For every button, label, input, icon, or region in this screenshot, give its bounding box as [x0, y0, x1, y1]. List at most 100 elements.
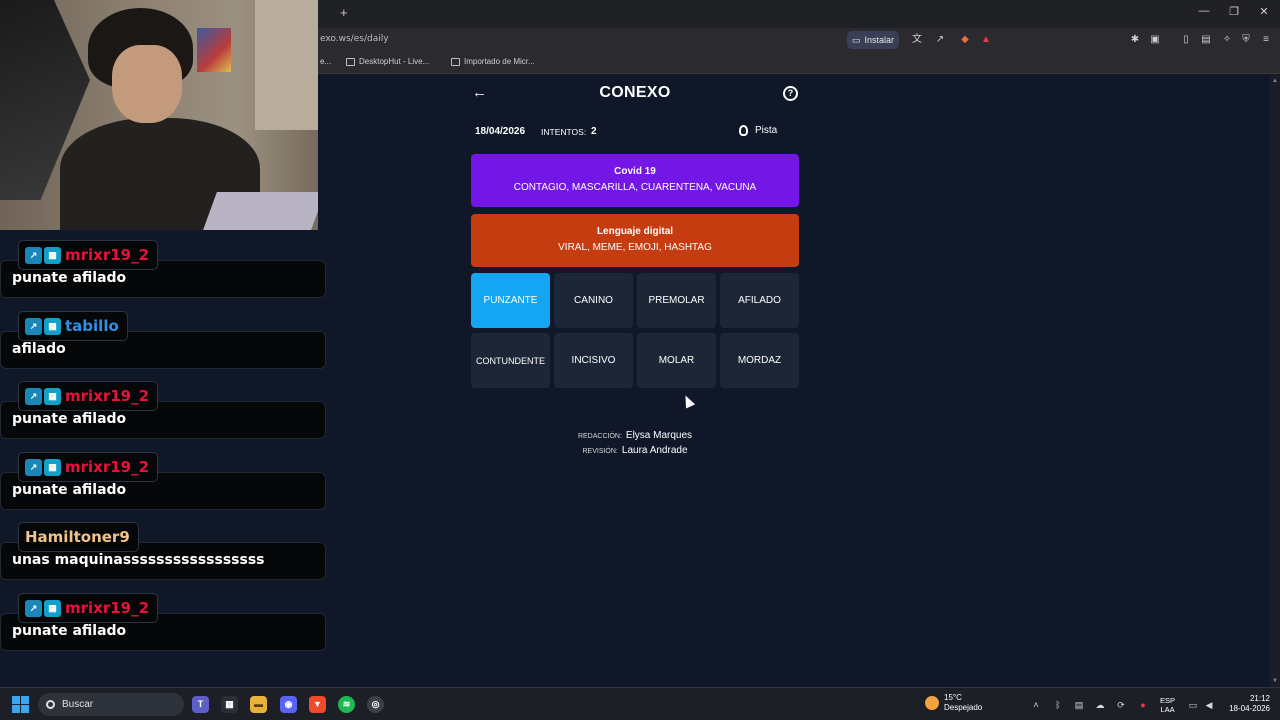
- stream-chat: ↗ ▦ mrixr19_2 punate afilado ↗ ▦ tabillo afilad…: [0, 230, 326, 687]
- streak-badge-icon: ↗: [25, 458, 42, 476]
- chat-username-tag: ↗ ▦ mrixr19_2: [18, 452, 159, 482]
- word-tile-canino[interactable]: CANINO: [554, 273, 633, 328]
- bookmark-item[interactable]: DesktopHut - Live...: [346, 57, 429, 66]
- chat-badges: ↗ ▦: [25, 317, 61, 335]
- url-field[interactable]: exo.ws/es/daily: [320, 34, 389, 44]
- address-bar: exo.ws/es/daily ▭ Instalar 文 ↗ ◆ ▲ ✱ ▣ ▯…: [318, 28, 1280, 52]
- chat-badges: ↗ ▦: [25, 458, 61, 476]
- credit-review: REVISIÓN: Laura Andrade: [500, 440, 770, 458]
- tray-chevron-icon[interactable]: ˄: [1030, 699, 1042, 711]
- screen: + — ❐ ✕ exo.ws/es/daily ▭ Instalar 文 ↗ ◆…: [0, 0, 1280, 720]
- bookmark-folder[interactable]: Importado de Micr...: [451, 57, 535, 66]
- streak-badge-icon: ↗: [25, 387, 42, 405]
- page-scrollbar[interactable]: [1270, 75, 1280, 687]
- word-tile-incisivo[interactable]: INCISIVO: [554, 333, 633, 388]
- extensions-icon[interactable]: ✱: [1128, 33, 1142, 47]
- weather-widget[interactable]: 15°C Despejado: [925, 693, 982, 713]
- obs-icon[interactable]: ◎: [367, 696, 384, 713]
- chat-text: afilado: [12, 341, 66, 357]
- bookmark-favicon-icon: [346, 57, 355, 66]
- network-icon[interactable]: ▭: [1187, 699, 1199, 711]
- windows-taskbar: Buscar T ▦ ▬ ◉ ▼ ≋ ◎ 15°C Despejado ˄ ᛒ …: [0, 687, 1280, 720]
- chat-username: mrixr19_2: [65, 387, 150, 405]
- chat-text: punate afilado: [12, 411, 127, 427]
- chat-username-tag: ↗ ▦ mrixr19_2: [18, 593, 159, 623]
- menu-icon[interactable]: ≡: [1259, 33, 1273, 47]
- scroll-down-icon[interactable]: ▼: [1272, 678, 1278, 684]
- minimize-icon[interactable]: —: [1194, 5, 1214, 17]
- chat-username: Hamiltoner9: [25, 528, 130, 546]
- sun-icon: [925, 696, 939, 710]
- sidebar-icon[interactable]: ▯: [1179, 33, 1193, 47]
- teams-icon[interactable]: T: [192, 696, 209, 713]
- volume-icon[interactable]: ◀: [1203, 699, 1215, 711]
- word-tile-afilado[interactable]: AFILADO: [720, 273, 799, 328]
- hint-label: Pista: [755, 125, 778, 136]
- streak-badge-icon: ↗: [25, 246, 42, 264]
- hint-button[interactable]: Pista: [739, 125, 777, 136]
- sub-badge-icon: ▦: [44, 246, 61, 264]
- spotify-icon[interactable]: ≋: [338, 696, 355, 713]
- new-tab-icon[interactable]: +: [340, 5, 348, 20]
- tries-label: INTENTOS:: [541, 127, 587, 137]
- tab-search-icon[interactable]: ▣: [1148, 33, 1162, 47]
- group-name: Covid 19: [614, 166, 656, 177]
- streak-badge-icon: ↗: [25, 317, 42, 335]
- chat-username: mrixr19_2: [65, 246, 150, 264]
- chat-text: punate afilado: [12, 482, 127, 498]
- brave-browser-icon[interactable]: ▼: [309, 696, 326, 713]
- language-indicator[interactable]: ESP LAA: [1160, 696, 1175, 714]
- bluetooth-icon[interactable]: ᛒ: [1052, 699, 1064, 711]
- chat-username: mrixr19_2: [65, 458, 150, 476]
- discord-icon[interactable]: ◉: [280, 696, 297, 713]
- weather-desc: Despejado: [944, 703, 983, 712]
- sub-badge-icon: ▦: [44, 387, 61, 405]
- monitor-icon: ▭: [852, 34, 861, 45]
- brave-shield-icon[interactable]: ◆: [958, 33, 972, 47]
- chat-username-tag: ↗ ▦ mrixr19_2: [18, 381, 159, 411]
- group-words: VIRAL, MEME, EMOJI, HASHTAG: [558, 242, 712, 253]
- chat-badges: ↗ ▦: [25, 387, 61, 405]
- install-label: Instalar: [864, 35, 895, 45]
- streak-badge-icon: ↗: [25, 599, 42, 617]
- microphone-icon[interactable]: ●: [1137, 699, 1149, 711]
- weather-temp: 15°C: [944, 693, 962, 702]
- translate-icon[interactable]: 文: [910, 33, 924, 47]
- credit-review-label: REVISIÓN:: [582, 448, 618, 455]
- taskbar-search[interactable]: Buscar: [38, 693, 184, 716]
- windows-start-icon[interactable]: [12, 696, 29, 713]
- word-tile-contundente[interactable]: CONTUNDENTE: [471, 333, 550, 388]
- word-tile-mordaz[interactable]: MORDAZ: [720, 333, 799, 388]
- chat-badges: ↗ ▦: [25, 599, 61, 617]
- bookmark-item[interactable]: e...: [320, 57, 331, 66]
- help-icon[interactable]: ?: [783, 86, 798, 101]
- clock-time: 21:12: [1249, 694, 1270, 703]
- game-title: CONEXO: [599, 84, 671, 101]
- leo-icon[interactable]: ✧: [1220, 33, 1234, 47]
- word-tile-premolar[interactable]: PREMOLAR: [637, 273, 716, 328]
- clock-date: 18-04-2026: [1229, 704, 1270, 713]
- chat-text: punate afilado: [12, 623, 127, 639]
- scroll-up-icon[interactable]: ▲: [1272, 78, 1278, 84]
- word-tile-molar[interactable]: MOLAR: [637, 333, 716, 388]
- vpn-icon[interactable]: ⛨: [1239, 33, 1253, 47]
- onedrive-icon[interactable]: ☁: [1094, 699, 1106, 711]
- chat-text: punate afilado: [12, 270, 127, 286]
- install-button[interactable]: ▭ Instalar: [847, 31, 899, 49]
- file-explorer-icon[interactable]: ▬: [250, 696, 267, 713]
- share-icon[interactable]: ↗: [933, 33, 947, 47]
- task-view-icon[interactable]: ▦: [221, 696, 238, 713]
- search-label: Buscar: [62, 699, 94, 710]
- clock[interactable]: 21:12 18-04-2026: [1222, 694, 1270, 714]
- close-icon[interactable]: ✕: [1254, 5, 1274, 18]
- tray-app-icon[interactable]: ▤: [1073, 699, 1085, 711]
- search-icon: [46, 700, 55, 709]
- restore-icon[interactable]: ❐: [1224, 5, 1244, 18]
- word-tile-punzante[interactable]: PUNZANTE: [471, 273, 550, 328]
- wallet-icon[interactable]: ▤: [1199, 33, 1213, 47]
- brave-rewards-icon[interactable]: ▲: [979, 33, 993, 47]
- sync-icon[interactable]: ⟳: [1115, 699, 1127, 711]
- browser-tabstrip: + — ❐ ✕: [318, 0, 1280, 28]
- sub-badge-icon: ▦: [44, 317, 61, 335]
- back-arrow-icon[interactable]: ←: [472, 85, 488, 101]
